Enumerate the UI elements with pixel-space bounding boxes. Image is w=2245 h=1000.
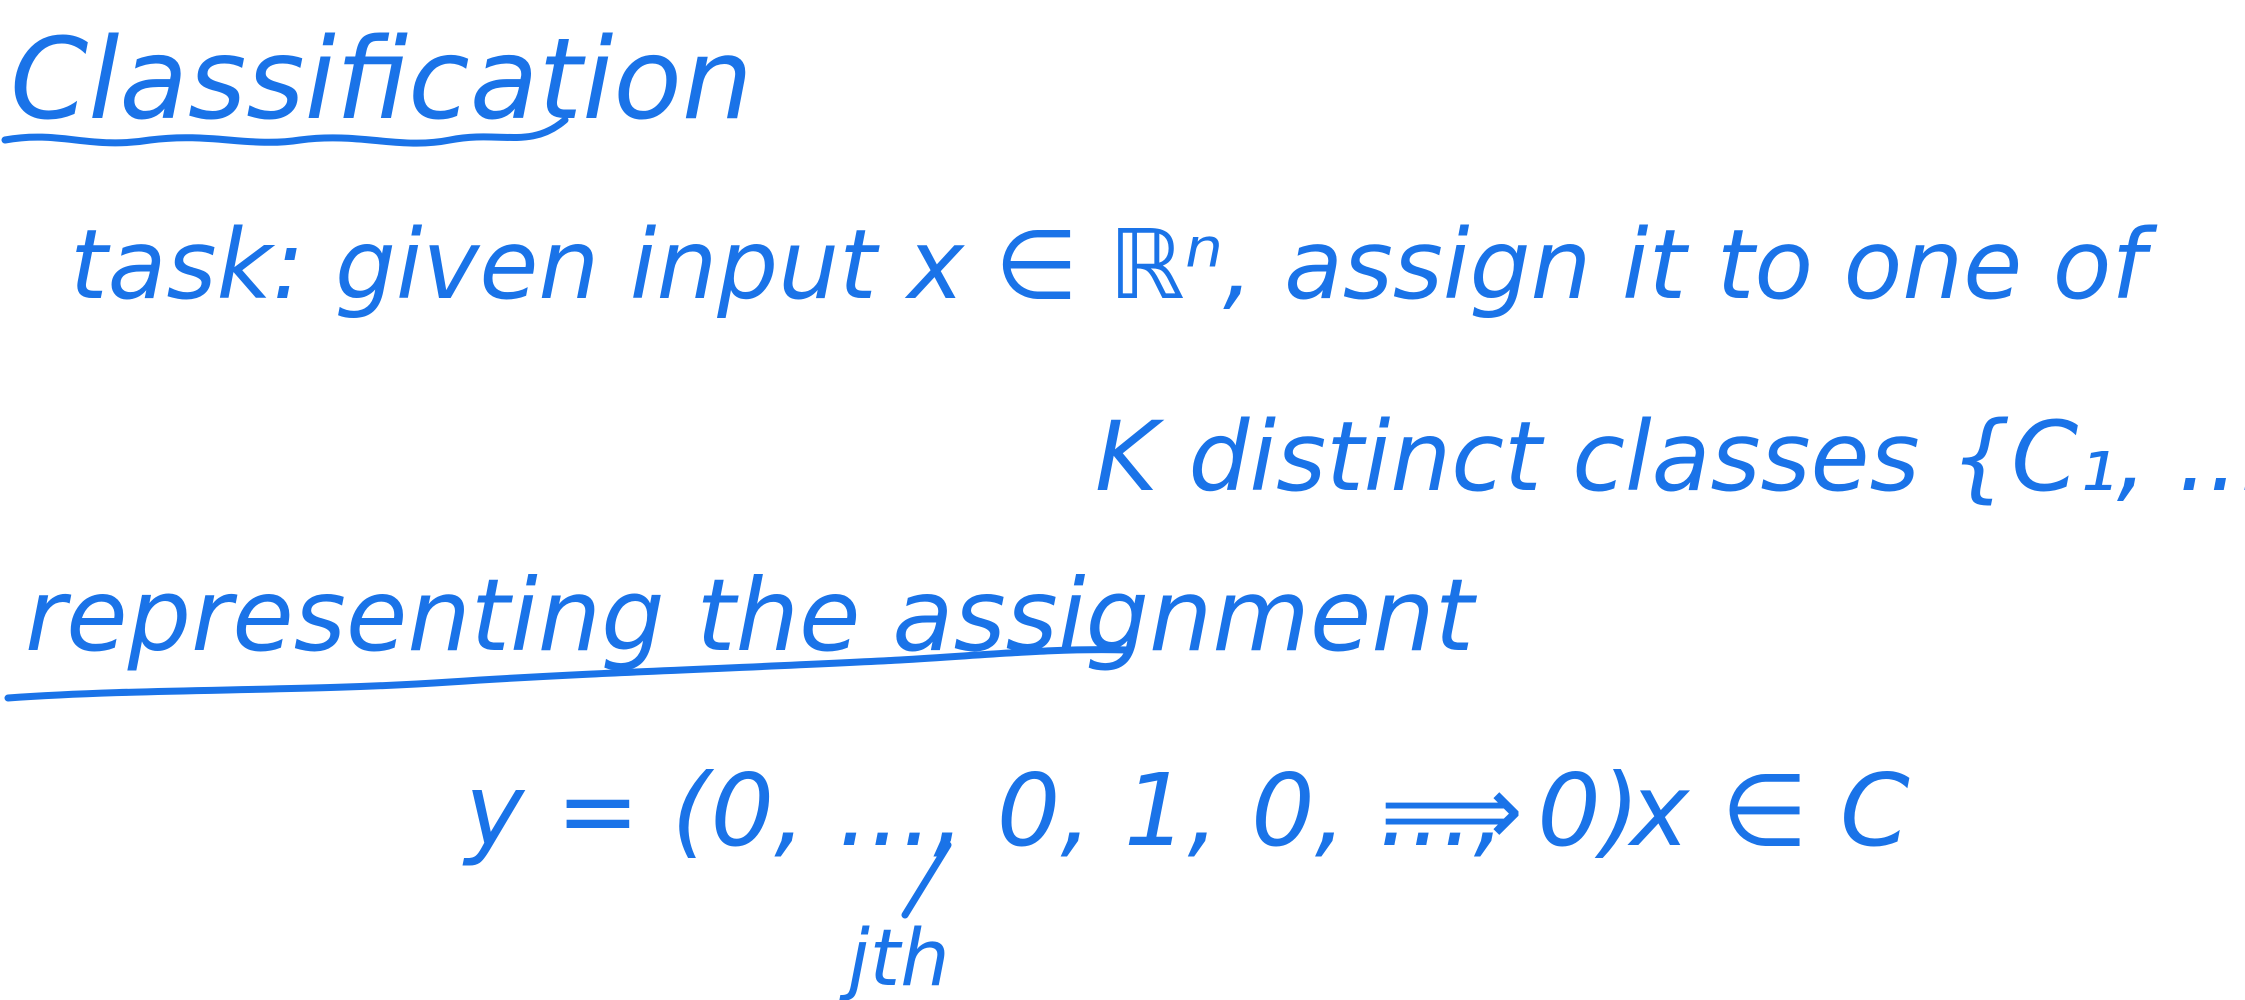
jth-label: jth xyxy=(839,914,950,1000)
handwritten-note-page: Classification task: given input x ∈ ℝⁿ,… xyxy=(0,0,2245,1000)
title-text: Classification xyxy=(10,15,753,145)
note-canvas: Classification task: given input x ∈ ℝⁿ,… xyxy=(1,15,2245,1000)
task-line-1: task: given input x ∈ ℝⁿ, assign it to o… xyxy=(70,209,2158,321)
section-heading: representing the assignment xyxy=(25,557,1478,674)
implies-arrow: ⟹ xyxy=(1380,752,1523,869)
task-line-2: K distinct classes {C₁, ..., Cₖ} xyxy=(1095,401,2245,513)
equation-rhs: x ∈ C xyxy=(1627,752,1910,869)
